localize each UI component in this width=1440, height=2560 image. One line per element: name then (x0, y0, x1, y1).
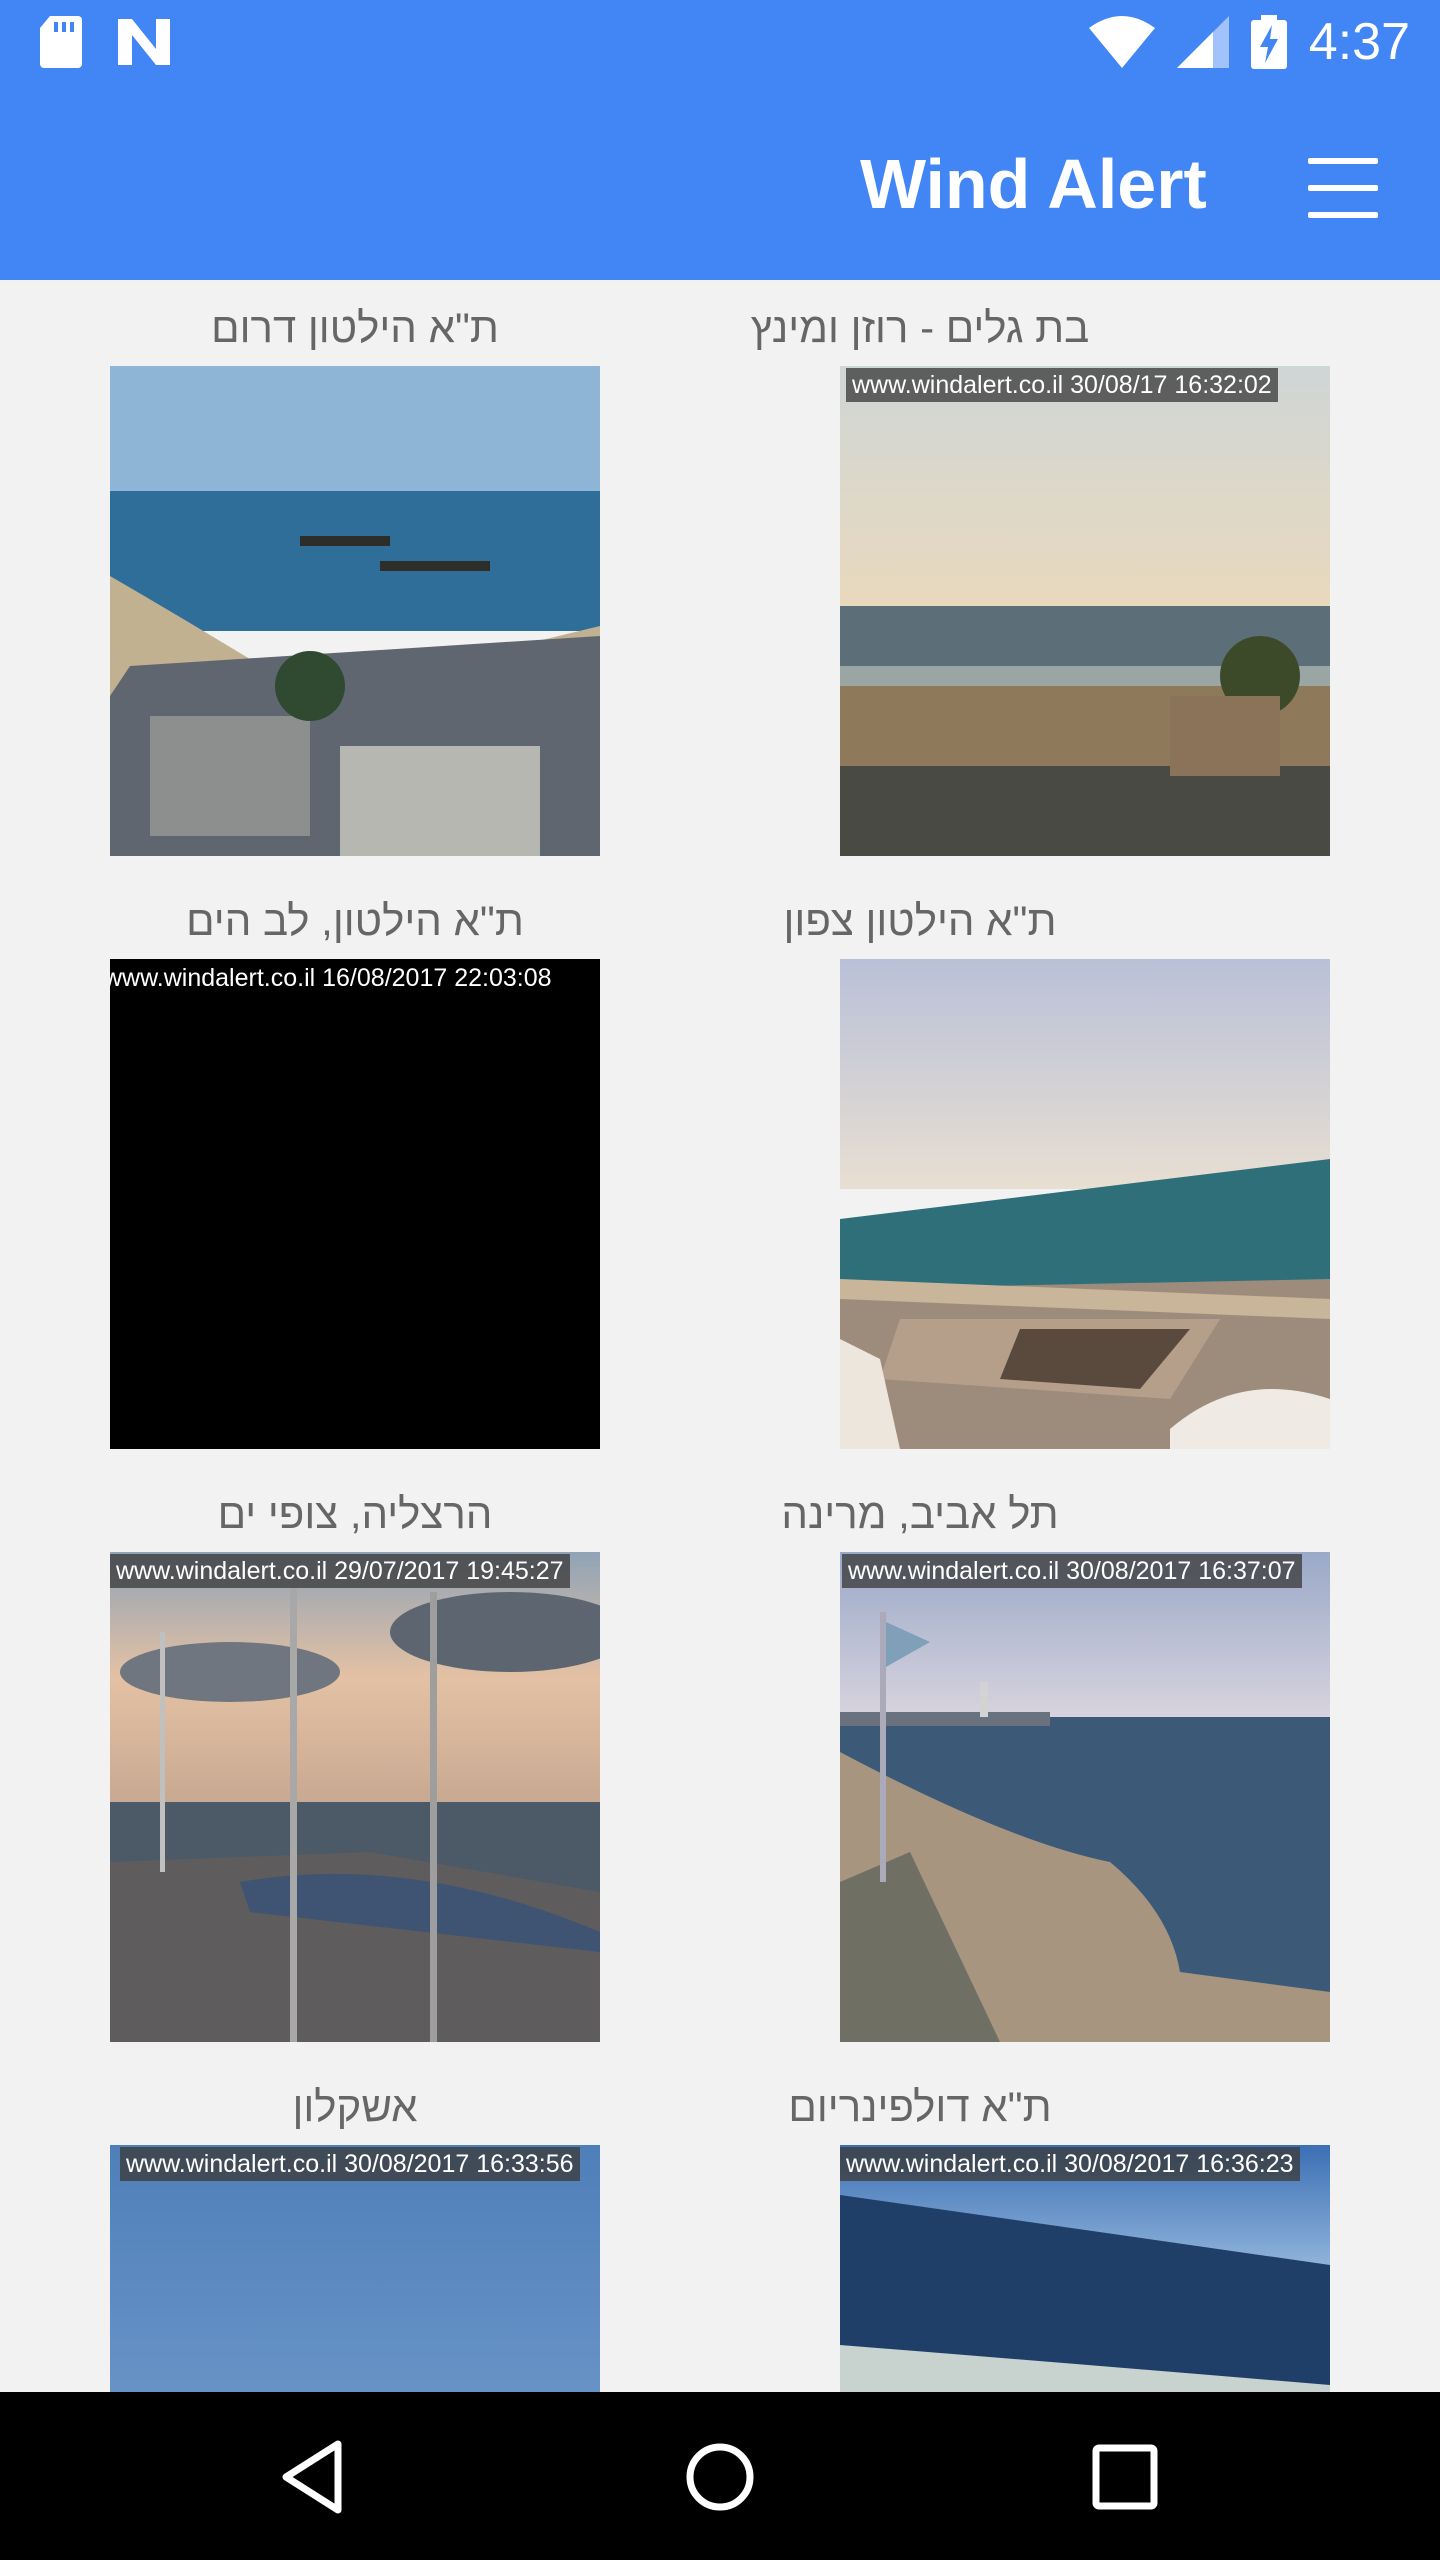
recents-icon (1092, 2444, 1158, 2510)
app-bar: Wind Alert (0, 84, 1440, 280)
camera-title: תל אביב, מרינה (781, 1490, 1059, 1537)
camera-image[interactable]: www.windalert.co.il 30/08/2017 16:33:56 (110, 2145, 600, 2392)
camera-timestamp: www.windalert.co.il 29/07/2017 19:45:27 (110, 1554, 570, 1588)
back-button[interactable] (270, 2432, 360, 2522)
battery-charging-icon (1250, 15, 1287, 69)
camera-image[interactable]: www.windalert.co.il 30/08/17 16:32:02 (840, 366, 1330, 856)
camera-timestamp: www.windalert.co.il 16/08/2017 22:03:08 (110, 964, 552, 992)
camera-title: אשקלון (292, 2083, 418, 2130)
camera-image[interactable]: www.windalert.co.il 30/08/2017 16:36:23 (840, 2145, 1330, 2392)
camera-image[interactable] (840, 959, 1330, 1449)
camera-title: ת"א הילטון צפון (783, 897, 1057, 944)
app-title: Wind Alert (860, 145, 1207, 223)
n-logo-icon (118, 19, 170, 65)
wifi-icon (1088, 16, 1155, 68)
camera-title: בת גלים - רוזן ומינץ (750, 304, 1090, 351)
status-time: 4:37 (1308, 13, 1410, 71)
camera-timestamp: www.windalert.co.il 30/08/2017 16:33:56 (120, 2147, 580, 2181)
camera-grid[interactable]: בת גלים - רוזן ומינץ www.windalert.co.il… (0, 280, 1440, 2392)
home-icon (686, 2443, 754, 2511)
camera-title: ת"א הילטון, לב הים (186, 897, 524, 944)
camera-image[interactable] (110, 366, 600, 856)
camera-title: ת"א דולפינריום (788, 2083, 1052, 2130)
home-button[interactable] (675, 2432, 765, 2522)
sd-card-icon (40, 16, 82, 68)
status-bar: 4:37 (0, 0, 1440, 84)
camera-timestamp: www.windalert.co.il 30/08/17 16:32:02 (846, 368, 1278, 402)
camera-title: הרצליה, צופי ים (217, 1490, 493, 1537)
hamburger-menu-icon (1308, 158, 1378, 164)
camera-image[interactable]: www.windalert.co.il 29/07/2017 19:45:27 (110, 1552, 600, 2042)
camera-image[interactable]: www.windalert.co.il 16/08/2017 22:03:08 (110, 959, 600, 1449)
camera-timestamp: www.windalert.co.il 30/08/2017 16:37:07 (842, 1554, 1302, 1588)
camera-image[interactable]: www.windalert.co.il 30/08/2017 16:37:07 (840, 1552, 1330, 2042)
menu-button[interactable] (1298, 150, 1388, 226)
cell-signal-icon (1176, 16, 1229, 68)
recents-button[interactable] (1080, 2432, 1170, 2522)
camera-timestamp: www.windalert.co.il 30/08/2017 16:36:23 (840, 2147, 1300, 2181)
back-icon (282, 2440, 342, 2514)
camera-title: ת"א הילטון דרום (211, 304, 499, 351)
navigation-bar (0, 2392, 1440, 2560)
